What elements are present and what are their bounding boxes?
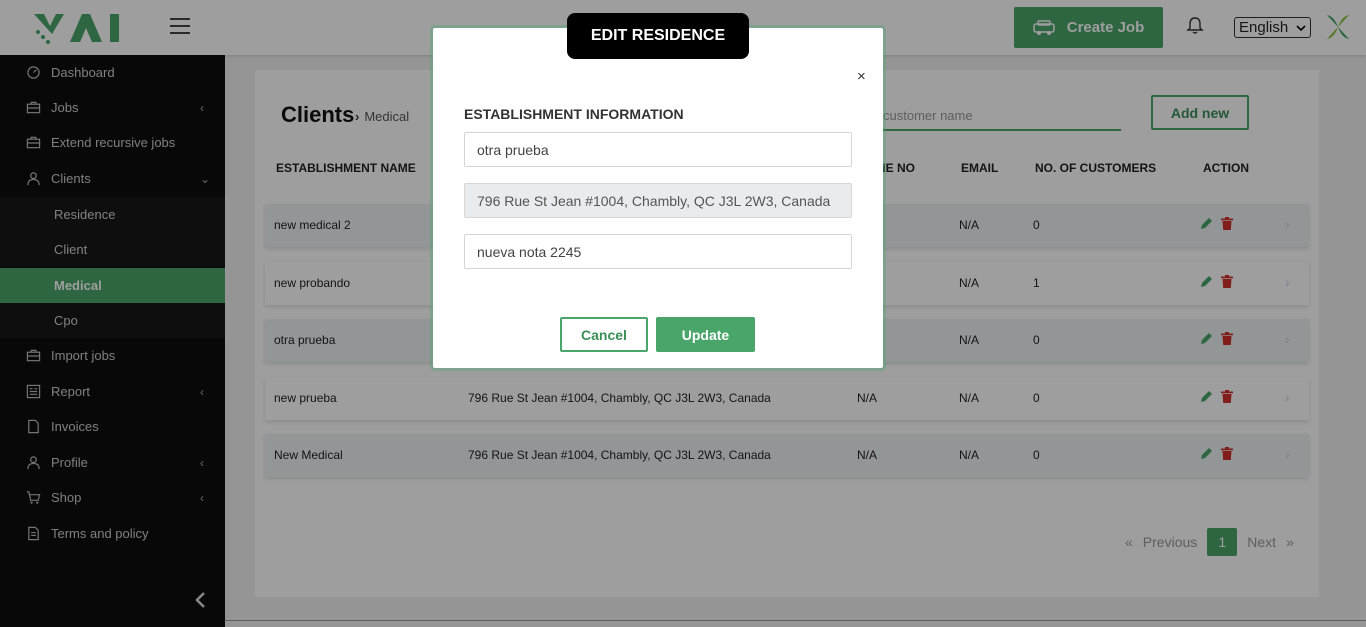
update-button[interactable]: Update [656, 317, 755, 352]
modal-title: EDIT RESIDENCE [567, 13, 749, 59]
establishment-name-input[interactable] [464, 132, 852, 167]
cancel-button[interactable]: Cancel [560, 317, 648, 352]
section-title: ESTABLISHMENT INFORMATION [464, 106, 684, 122]
edit-residence-modal: × ESTABLISHMENT INFORMATION Cancel Updat… [433, 28, 883, 368]
establishment-note-input[interactable] [464, 234, 852, 269]
establishment-address-input[interactable] [464, 183, 852, 218]
close-icon[interactable]: × [857, 68, 866, 85]
